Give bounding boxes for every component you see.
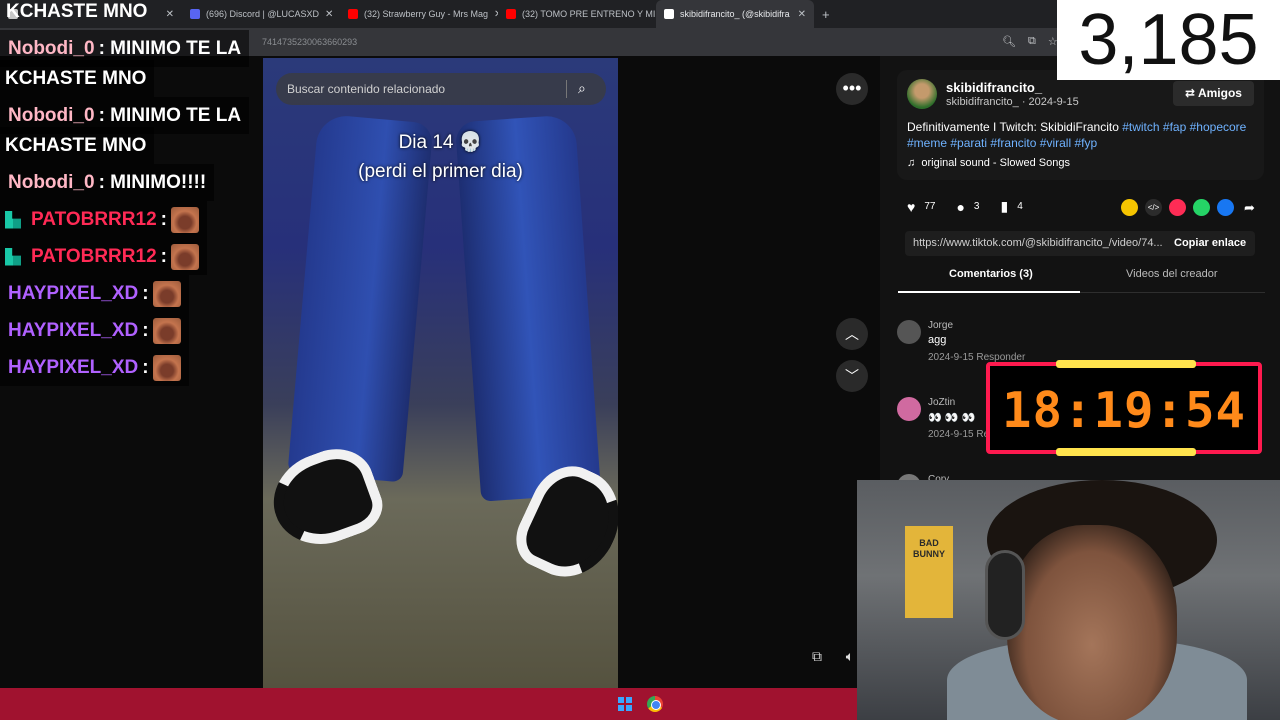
chat-message: HAYPIXEL_XD : [0,275,189,312]
emote-icon [170,243,199,270]
hashtag[interactable]: #meme [907,136,947,150]
hashtag[interactable]: #fyp [1074,136,1097,150]
stream-screen: ✕ (696) Discord | @LUCASXD ✕ (32) Strawb… [0,0,1280,720]
zoom-icon[interactable]: 🔍︎ [1002,35,1016,48]
browser-tab-tiktok[interactable]: skibidifrancito_ (@skibidifra ✕ [656,0,814,28]
cast-icon[interactable]: ⧉ [1028,35,1036,48]
chat-message-wrap: KCHASTE MNO [0,60,155,97]
windows-start-icon[interactable] [618,697,632,711]
stream-timer: 18:19:54 [986,360,1262,456]
chat-message-wrap: KCHASTE MNO [0,127,155,164]
timer-value: 18:19:54 [1001,382,1246,439]
address-bar-icons: 🔍︎ ⧉ ☆ [1002,35,1058,48]
chat-message: PATOBRRR12 : [0,238,207,275]
search-icon[interactable]: ⌕ [578,80,586,97]
bookmark-icon[interactable]: ▮ [1000,198,1008,215]
chat-message: Nobodi_0 : MINIMO!!!! [0,164,215,201]
emote-icon [152,317,181,344]
chat-message: HAYPIXEL_XD : [0,349,189,386]
creator-avatar[interactable] [907,79,937,109]
close-tab-icon[interactable]: ✕ [325,9,333,20]
embed-icon[interactable]: </> [1145,199,1162,216]
creator-username[interactable]: skibidifrancito_ [946,80,1042,95]
hashtag[interactable]: #virall [1040,136,1071,150]
emote-icon [152,354,181,381]
browser-tab-youtube-1[interactable]: (32) Strawberry Guy - Mrs Mag ✕ [340,0,498,28]
subscriber-badge-icon [5,210,21,229]
share-buttons: </> ➦ [1121,199,1258,216]
chat-overflow-line: KCHASTE MNO [6,1,148,22]
commenter-name[interactable]: JoZtin [928,397,955,408]
hashtag[interactable]: #parati [950,136,987,150]
chrome-icon[interactable] [647,696,663,712]
save-count: 4 [1017,201,1023,212]
new-tab-button[interactable]: + [814,0,844,28]
commenter-avatar[interactable] [897,320,921,344]
webcam-face [1007,525,1177,720]
hashtag[interactable]: #francito [990,136,1036,150]
viewer-counter: 3,185 [1057,0,1280,80]
next-video-button[interactable]: ﹀ [836,360,868,392]
stream-chat-overlay: KCHASTE MNO Nobodi_0 : MINIMO TE LA KCHA… [0,0,322,386]
timer-top-bar [1056,360,1196,368]
webcam-feed: BAD BUNNY [857,480,1280,720]
comment-count: 3 [973,201,980,212]
subscriber-badge-icon [5,247,21,266]
tab-comments[interactable]: Comentarios (3) [949,268,1033,280]
wall-poster: BAD BUNNY [905,526,953,618]
commenter-avatar[interactable] [897,397,921,421]
browser-tab-youtube-2[interactable]: (32) TOMO PRE ENTRENO Y MI ✕ [498,0,656,28]
emote-icon [170,206,199,233]
friends-button[interactable]: ⇄ Amigos [1173,81,1254,106]
commenter-name[interactable]: Jorge [928,320,953,331]
sound-link[interactable]: ♫ original sound - Slowed Songs [907,157,1070,169]
comment-text: 👀 👀 👀 [928,412,976,424]
search-divider [566,80,567,98]
youtube-icon [348,9,358,19]
more-options-button[interactable]: ••• [836,73,868,105]
heart-icon[interactable]: ♥ [907,199,915,215]
chat-message: PATOBRRR12 : [0,201,207,238]
related-search-input[interactable]: Buscar contenido relacionado ⌕ [276,73,606,105]
send-icon[interactable] [1169,199,1186,216]
windows-taskbar [0,688,857,720]
whatsapp-icon[interactable] [1193,199,1210,216]
comment-icon[interactable]: ● [956,199,964,215]
creator-handle-date: skibidifrancito_ · 2024-9-15 [946,96,1079,108]
panel-tabs: Comentarios (3) Videos del creador [898,268,1265,293]
picture-in-picture-icon[interactable]: ⧉ [805,648,829,670]
chat-message: HAYPIXEL_XD : [0,312,189,349]
headset-icon [985,550,1025,640]
emote-icon [152,280,181,307]
timer-bottom-bar [1056,448,1196,456]
active-tab-indicator [898,291,1080,293]
share-arrow-icon[interactable]: ➦ [1241,199,1258,216]
youtube-icon [506,9,516,19]
close-tab-icon[interactable]: ✕ [798,9,806,20]
repost-icon[interactable] [1121,199,1138,216]
like-count: 77 [924,201,936,212]
post-description: Definitivamente I Twitch: SkibidiFrancit… [907,120,1247,150]
music-note-icon: ♫ [907,157,916,169]
post-actions: ♥ 77 ● 3 ▮ 4 [907,198,1023,215]
comment-text: agg [928,334,947,346]
tab-creator-videos[interactable]: Videos del creador [1126,268,1218,280]
previous-video-button[interactable]: ︿ [836,318,868,350]
copy-link-button[interactable]: Copiar enlace [1174,231,1246,256]
hashtag[interactable]: #twitch [1122,120,1159,134]
hashtag[interactable]: #fap [1163,120,1186,134]
tiktok-icon [664,9,674,19]
facebook-icon[interactable] [1217,199,1234,216]
hashtag[interactable]: #hopecore [1190,120,1247,134]
